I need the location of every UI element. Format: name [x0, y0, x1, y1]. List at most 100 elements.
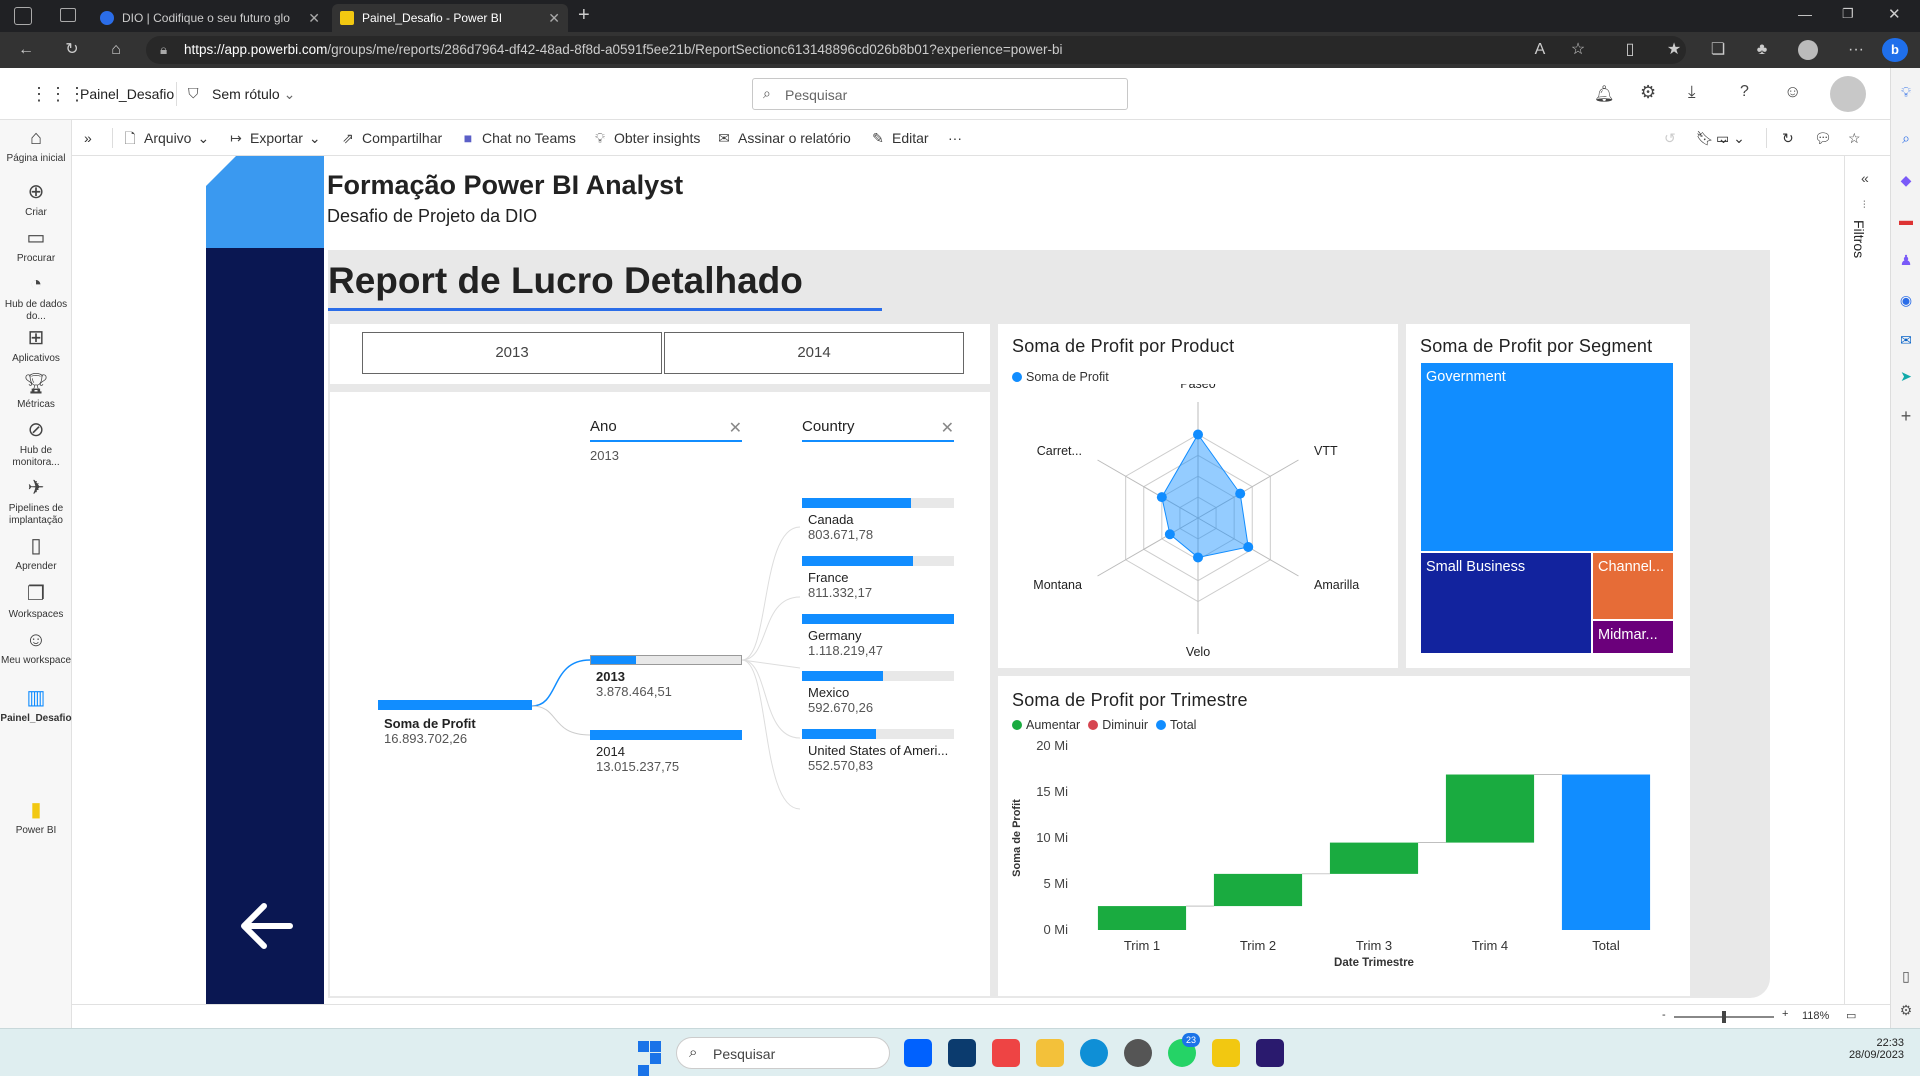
tab-powerbi[interactable]: Painel_Desafio - Power BI ✕ [332, 4, 568, 32]
report-name[interactable]: Painel_Desafio [80, 86, 174, 102]
windows-start-icon[interactable] [638, 1041, 662, 1076]
decomp-node-2014[interactable]: 2014 13.015.237,75 [590, 730, 742, 774]
radar-plot[interactable]: Paseo VTT Amarilla Velo Montana Carret... [998, 384, 1398, 668]
legend-item[interactable]: Aumentar [1012, 718, 1080, 732]
refresh-visuals-icon[interactable]: ↻ [1782, 120, 1794, 156]
treemap-tile-midmarket[interactable]: Midmar... [1592, 620, 1674, 654]
decomp-root-node[interactable]: Soma de Profit 16.893.702,26 [378, 700, 532, 746]
download-icon[interactable]: ⤓ [1688, 82, 1696, 102]
more-options-button[interactable]: ··· [948, 120, 962, 156]
decomp-node-2013[interactable]: 2013 3.878.464,51 [590, 655, 742, 699]
treemap-tile-channel[interactable]: Channel... [1592, 552, 1674, 620]
minimize-icon[interactable]: — [1798, 6, 1812, 22]
user-avatar[interactable] [1830, 76, 1866, 112]
slicer-2013-button[interactable]: 2013 [362, 332, 662, 374]
compartilhar-button[interactable]: ⇗ Compartilhar [340, 120, 442, 156]
refresh-icon[interactable]: ↻ [62, 40, 82, 60]
reset-icon[interactable]: ↺ [1664, 120, 1676, 156]
bing-icon[interactable]: b [1882, 38, 1908, 62]
nav-item-11[interactable]: ▥ Painel_Desafio [0, 686, 72, 725]
nav-item-0[interactable]: ⌂ Página inicial [0, 126, 72, 165]
collapse-icon[interactable]: « [1861, 170, 1869, 186]
url-field[interactable]: 🔒︎ https://app.powerbi.com/groups/me/rep… [146, 36, 1686, 64]
editar-button[interactable]: ✎ Editar [870, 120, 928, 156]
close-icon[interactable]: ✕ [729, 418, 742, 438]
edge-tools-icon[interactable]: ▬ [1891, 212, 1920, 228]
zoom-in-button[interactable]: + [1782, 1008, 1788, 1020]
feedback-smile-icon[interactable]: ☺ [1784, 82, 1801, 102]
favorite-star-icon[interactable]: ☆ [1568, 40, 1588, 60]
sensitivity-label[interactable]: Sem rótulo ⌄ [212, 86, 295, 103]
fit-page-icon[interactable]: ▭ [1846, 1009, 1856, 1022]
nav-item-12[interactable]: ▮ Power BI [0, 798, 72, 837]
decomp-country-node[interactable]: Mexico 592.670,26 [802, 671, 954, 715]
back-icon[interactable]: ← [16, 40, 36, 60]
close-icon[interactable]: ✕ [308, 10, 320, 27]
bell-icon[interactable]: 🔔︎ [1594, 84, 1614, 104]
edge-add-icon[interactable]: + [1891, 406, 1920, 427]
restore-icon[interactable]: ❐ [1842, 6, 1854, 22]
edge-browser-icon[interactable] [1080, 1039, 1108, 1067]
edge-copilot-icon[interactable]: 💡︎ [1891, 84, 1920, 101]
zoom-out-button[interactable]: - [1662, 1009, 1666, 1021]
app-launcher-icon[interactable]: ⋮⋮⋮ [30, 84, 87, 105]
arquivo-menu[interactable]: 🗋 Arquivo ⌄ [122, 120, 209, 156]
taskbar-search[interactable]: ⌕ Pesquisar [676, 1037, 890, 1069]
zoom-slider-thumb[interactable] [1722, 1011, 1726, 1023]
nav-item-1[interactable]: ⊕ Criar [0, 180, 72, 219]
nav-item-2[interactable]: ▭ Procurar [0, 226, 72, 265]
nav-item-3[interactable]: ◔ Hub de dados do... [0, 272, 72, 323]
clock-app-icon[interactable] [1124, 1039, 1152, 1067]
powerbi-taskbar-icon[interactable] [1212, 1039, 1240, 1067]
chat-teams-button[interactable]: ■ Chat no Teams [460, 120, 576, 156]
edge-games-icon[interactable]: ♟ [1891, 252, 1920, 269]
file-explorer-icon[interactable] [1036, 1039, 1064, 1067]
close-icon[interactable]: ✕ [941, 418, 954, 438]
back-button[interactable] [246, 956, 276, 957]
collections-icon[interactable]: ❏ [1708, 40, 1728, 60]
edge-settings-icon[interactable]: ⚙ [1891, 1002, 1920, 1019]
close-icon[interactable]: ✕ [548, 10, 560, 27]
legend-item[interactable]: Diminuir [1088, 718, 1148, 732]
view-mode-icon[interactable]: ▭ ⌄ [1716, 120, 1745, 156]
nav-item-7[interactable]: ✈ Pipelines de implantação [0, 476, 72, 527]
search-input[interactable]: ⌕ Pesquisar [752, 78, 1128, 110]
clock[interactable]: 22:33 28/09/2023 [1844, 1037, 1904, 1061]
nav-item-5[interactable]: 🏆︎ Métricas [0, 372, 72, 411]
treemap-tile-small-business[interactable]: Small Business [1420, 552, 1592, 654]
edge-m365-icon[interactable]: ◉ [1891, 292, 1920, 309]
amazon-music-icon[interactable] [1256, 1039, 1284, 1067]
edge-send-icon[interactable]: ➤ [1891, 368, 1920, 385]
edge-search-icon[interactable]: ⌕ [1891, 130, 1920, 147]
dropbox-icon[interactable] [904, 1039, 932, 1067]
legend-item[interactable]: Total [1156, 718, 1196, 732]
read-aloud-icon[interactable]: A [1530, 40, 1550, 60]
nav-item-8[interactable]: ▯ Aprender [0, 534, 72, 573]
filters-label[interactable]: Filtros [1851, 220, 1867, 258]
decomp-country-node[interactable]: Germany 1.118.219,47 [802, 614, 954, 658]
tab-dio[interactable]: DIO | Codifique o seu futuro glo ✕ [92, 4, 328, 32]
snipping-tool-icon[interactable] [992, 1039, 1020, 1067]
decomp-country-node[interactable]: United States of Ameri... 552.570,83 [802, 729, 954, 773]
slicer-2014-button[interactable]: 2014 [664, 332, 964, 374]
exportar-menu[interactable]: ↦ Exportar ⌄ [228, 120, 321, 156]
split-screen-icon[interactable]: ▯ [1620, 40, 1640, 60]
decomp-country-node[interactable]: Canada 803.671,78 [802, 498, 954, 542]
tab-actions-icon[interactable] [60, 8, 76, 22]
app-icon[interactable] [948, 1039, 976, 1067]
window-close-icon[interactable]: ✕ [1888, 5, 1901, 23]
edge-shopping-icon[interactable]: ◆ [1891, 172, 1920, 189]
nav-item-6[interactable]: ⊘ Hub de monitora... [0, 418, 72, 469]
favorites-icon[interactable]: ★ [1664, 40, 1684, 60]
edge-sidebar-toggle-icon[interactable]: ▯ [1891, 968, 1920, 985]
decomp-country-node[interactable]: France 811.332,17 [802, 556, 954, 600]
assinar-button[interactable]: ✉ Assinar o relatório [716, 120, 851, 156]
help-icon[interactable]: ? [1740, 83, 1749, 101]
expand-pane-icon[interactable]: » [84, 120, 92, 156]
extensions-icon[interactable]: ♣ [1752, 40, 1772, 60]
gear-icon[interactable]: ⚙ [1640, 82, 1656, 103]
home-icon[interactable]: ⌂ [106, 40, 126, 60]
new-tab-icon[interactable]: + [578, 4, 590, 27]
edge-outlook-icon[interactable]: ✉ [1891, 332, 1920, 349]
more-icon[interactable]: ··· [1846, 40, 1866, 60]
